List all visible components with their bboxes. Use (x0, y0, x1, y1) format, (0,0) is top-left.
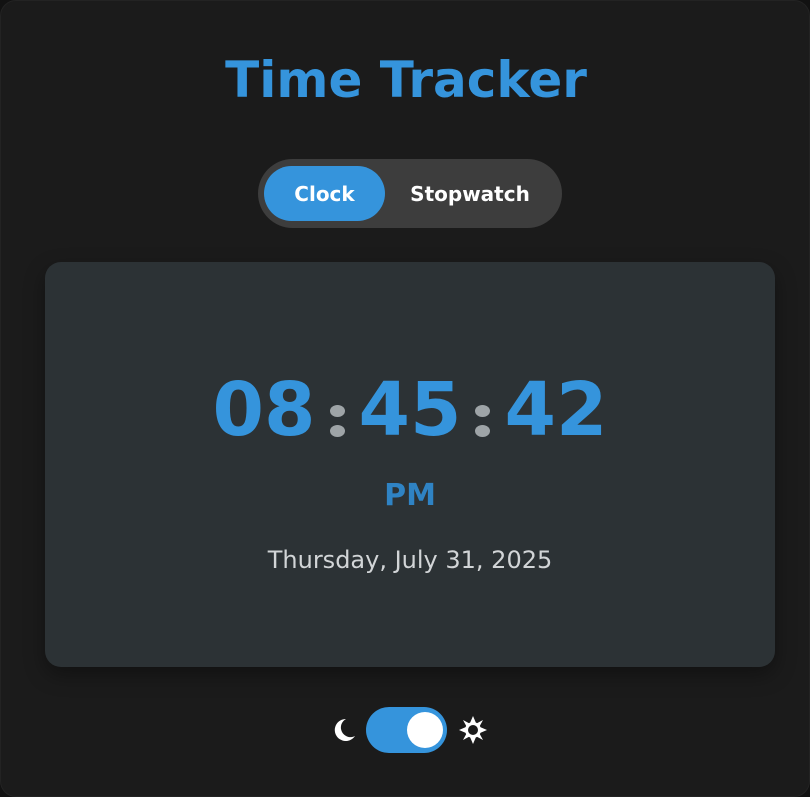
app-window: Time Tracker Clock Stopwatch 08 45 42 PM… (0, 0, 810, 797)
clock-card: 08 45 42 PM Thursday, July 31, 2025 (45, 262, 775, 667)
moon-icon (334, 718, 355, 741)
seconds-value: 42 (504, 367, 608, 453)
theme-toggle-switch[interactable] (366, 707, 447, 753)
theme-toggle-row (331, 706, 491, 754)
time-separator (475, 405, 491, 437)
am-pm-indicator: PM (384, 478, 436, 513)
time-separator (329, 405, 345, 437)
page-title: Time Tracker (225, 51, 587, 109)
tab-clock[interactable]: Clock (264, 166, 385, 221)
mode-toggle: Clock Stopwatch (258, 159, 562, 228)
sun-icon (459, 716, 487, 744)
time-display: 08 45 42 (45, 360, 775, 460)
date-display: Thursday, July 31, 2025 (267, 546, 553, 574)
minutes-value: 45 (358, 367, 462, 453)
tab-stopwatch[interactable]: Stopwatch (398, 166, 542, 221)
hours-value: 08 (212, 367, 316, 453)
theme-toggle-knob (407, 712, 443, 748)
